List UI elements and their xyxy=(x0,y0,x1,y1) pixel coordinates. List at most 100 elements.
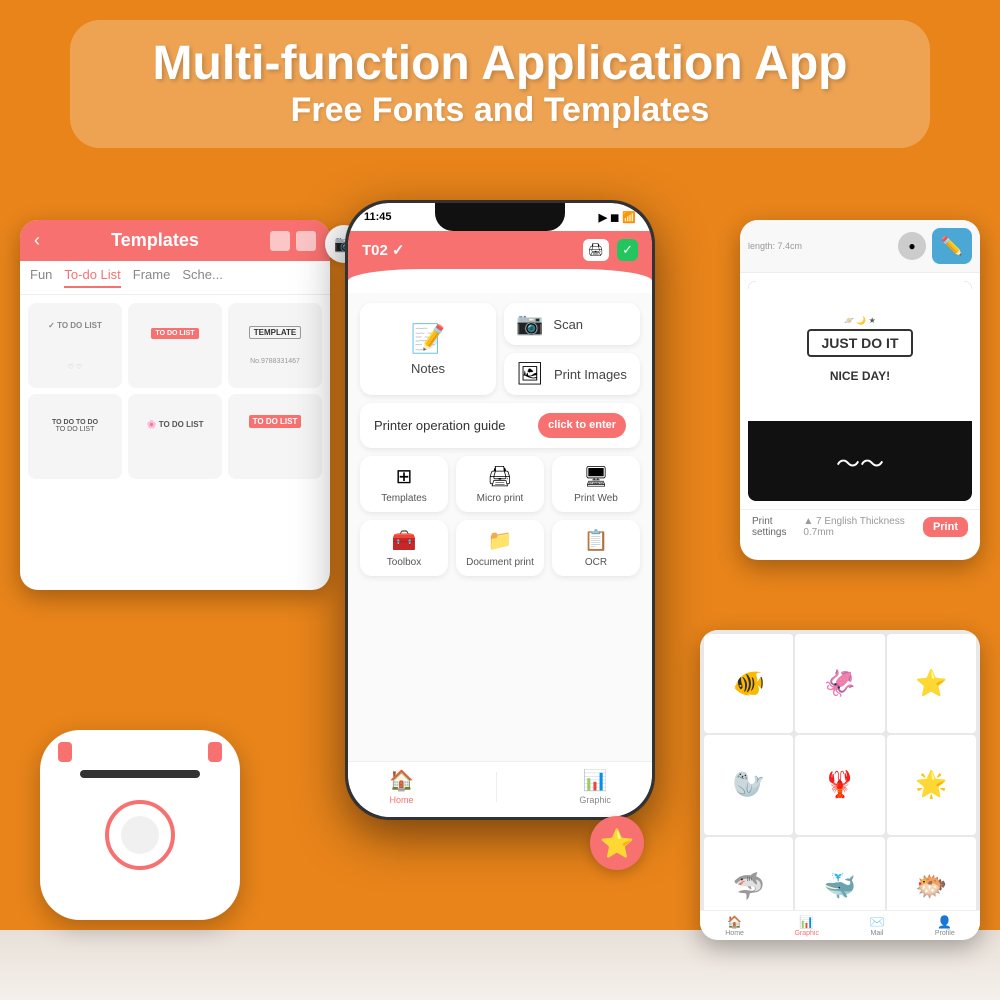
graphic-icon: 📊 xyxy=(583,768,608,793)
notes-label: Notes xyxy=(411,361,445,376)
left-tablet: ‹ Templates Fun To-do List Frame Sche...… xyxy=(20,220,330,590)
ocean-nav-graphic[interactable]: 📊 Graphic xyxy=(794,915,819,937)
status-icons: ▶ ◼ 📶 xyxy=(599,211,636,224)
tab-frame[interactable]: Frame xyxy=(133,267,171,288)
printer-guide-label: Printer operation guide xyxy=(374,418,506,433)
phone-content: 📝 Notes 📷 Scan 🖼 Print Images xyxy=(348,293,652,761)
template-card-3[interactable]: TEMPLATE No.9788331467 xyxy=(228,303,322,388)
notes-icon: 📝 xyxy=(411,322,446,355)
ocean-cell-6[interactable]: 🌟 xyxy=(887,735,976,834)
print-icon[interactable]: 🖨 xyxy=(583,239,610,261)
toolbox-app[interactable]: 🧰 Toolbox xyxy=(360,520,448,576)
scan-icon: 📷 xyxy=(516,311,543,337)
printer-inner-circle xyxy=(121,816,159,854)
ocean-cell-3[interactable]: ⭐ xyxy=(887,634,976,733)
ocean-nav: 🏠 Home 📊 Graphic ✉️ Mail 👤 Profile xyxy=(700,910,980,940)
template-card-5[interactable]: 🌸 TO DO LIST xyxy=(128,394,222,479)
template-card-2[interactable]: TO DO LIST xyxy=(128,303,222,388)
microprint-app[interactable]: 🖨 Micro print xyxy=(456,456,544,512)
template-card-4[interactable]: TO DO TO DO TO DO LIST xyxy=(28,394,122,479)
phone-notch xyxy=(435,203,565,231)
print-settings-arrow: ▲ 7 English Thickness 0.7mm xyxy=(803,516,923,538)
scan-button[interactable]: 📷 Scan xyxy=(504,303,640,345)
click-to-enter-button[interactable]: click to enter xyxy=(538,413,626,438)
print-button[interactable]: Print xyxy=(923,517,968,537)
nav-home[interactable]: 🏠 Home xyxy=(389,768,414,805)
panel-note-area: 🪐 🌙 ★ JUST DO IT NICE DAY! 〜〜 xyxy=(740,273,980,509)
ocean-nav-mail[interactable]: ✉️ Mail xyxy=(869,915,884,937)
ocean-profile-icon: 👤 xyxy=(937,915,952,929)
phone-app-title: T02 ✓ xyxy=(362,241,405,259)
tab-fun[interactable]: Fun xyxy=(30,267,52,288)
tablet-icons xyxy=(270,231,316,251)
nav-graphic[interactable]: 📊 Graphic xyxy=(579,768,611,805)
printer-device xyxy=(40,730,260,950)
phone-screen: 11:45 ▶ ◼ 📶 T02 ✓ 🖨 ✓ 📝 Notes xyxy=(348,203,652,817)
grid-icon-2[interactable] xyxy=(296,231,316,251)
print-images-icon: 🖼 xyxy=(516,361,544,387)
home-icon: 🏠 xyxy=(389,768,414,793)
print-settings-label: Print settings xyxy=(752,516,803,538)
action-right-col: 📷 Scan 🖼 Print Images xyxy=(504,303,640,395)
toolbox-icon: 🧰 xyxy=(392,528,417,553)
docprint-label: Document print xyxy=(466,557,534,568)
template-grid: ✓ TO DO LIST ♡ ♡ TO DO LIST TEMPLATE No xyxy=(20,295,330,487)
printweb-app[interactable]: 🖥 Print Web xyxy=(552,456,640,512)
ocean-home-label: Home xyxy=(725,930,744,937)
tablet-header: ‹ Templates xyxy=(20,220,330,261)
note-title: JUST DO IT xyxy=(807,329,912,357)
nice-day-text: NICE DAY! xyxy=(830,369,890,383)
ocean-nav-profile[interactable]: 👤 Profile xyxy=(935,915,955,937)
panel-camera-btn[interactable]: ● xyxy=(898,232,926,260)
header-subtitle: Free Fonts and Templates xyxy=(110,91,890,130)
right-panel-bottom: 🐠 🦑 ⭐ 🦭 🦞 🌟 🦈 🐳 🐡 🏠 Home 📊 Graphic ✉️ Ma… xyxy=(700,630,980,940)
ocean-mail-label: Mail xyxy=(871,930,884,937)
phone-grid-row-2: 🧰 Toolbox 📁 Document print 📋 OCR xyxy=(360,520,640,576)
printer-body xyxy=(40,730,240,920)
ocean-graphic-label: Graphic xyxy=(794,930,819,937)
cloud-decoration xyxy=(348,269,652,293)
printweb-icon: 🖥 xyxy=(583,464,608,489)
template-card-1[interactable]: ✓ TO DO LIST ♡ ♡ xyxy=(28,303,122,388)
printer-guide-row: Printer operation guide click to enter xyxy=(360,403,640,448)
print-images-button[interactable]: 🖼 Print Images xyxy=(504,353,640,395)
back-button[interactable]: ‹ xyxy=(34,230,40,251)
ocr-app[interactable]: 📋 OCR xyxy=(552,520,640,576)
docprint-app[interactable]: 📁 Document print xyxy=(456,520,544,576)
microprint-label: Micro print xyxy=(477,493,524,504)
panel-settings-text: length: 7.4cm xyxy=(748,241,892,251)
print-images-label: Print Images xyxy=(554,367,627,382)
graphic-label: Graphic xyxy=(579,795,611,805)
ocean-cell-4[interactable]: 🦭 xyxy=(704,735,793,834)
grid-icon-1[interactable] xyxy=(270,231,290,251)
ocean-cell-1[interactable]: 🐠 xyxy=(704,634,793,733)
ocean-cell-2[interactable]: 🦑 xyxy=(795,634,884,733)
phone-actions-row: 📝 Notes 📷 Scan 🖼 Print Images xyxy=(360,303,640,395)
ocean-grid: 🐠 🦑 ⭐ 🦭 🦞 🌟 🦈 🐳 🐡 xyxy=(700,630,980,940)
printer-slot xyxy=(80,770,200,778)
center-phone: 11:45 ▶ ◼ 📶 T02 ✓ 🖨 ✓ 📝 Notes xyxy=(345,200,655,820)
wave-icon: 〜〜 xyxy=(836,444,884,479)
toolbox-label: Toolbox xyxy=(387,557,421,568)
check-icon[interactable]: ✓ xyxy=(617,239,638,261)
templates-app[interactable]: ⊞ Templates xyxy=(360,456,448,512)
phone-app-header: T02 ✓ 🖨 ✓ xyxy=(348,231,652,269)
ocr-icon: 📋 xyxy=(584,528,609,553)
tab-todo[interactable]: To-do List xyxy=(64,267,120,288)
ocean-graphic-icon: 📊 xyxy=(799,915,814,929)
notes-button[interactable]: 📝 Notes xyxy=(360,303,496,395)
printer-ear-right xyxy=(208,742,222,762)
note-decorative: 🪐 🌙 ★ JUST DO IT NICE DAY! 〜〜 xyxy=(748,281,972,501)
ocean-nav-home[interactable]: 🏠 Home xyxy=(725,915,744,937)
ocean-profile-label: Profile xyxy=(935,930,955,937)
panel-edit-button[interactable]: ✏️ xyxy=(932,228,972,264)
template-card-6[interactable]: TO DO LIST xyxy=(228,394,322,479)
ocean-cell-5[interactable]: 🦞 xyxy=(795,735,884,834)
templates-label: Templates xyxy=(381,493,427,504)
star-badge[interactable]: ⭐ xyxy=(590,816,644,870)
templates-icon: ⊞ xyxy=(396,464,413,489)
docprint-icon: 📁 xyxy=(488,528,513,553)
tablet-title: Templates xyxy=(48,230,262,251)
tab-sche[interactable]: Sche... xyxy=(182,267,222,288)
ocean-mail-icon: ✉️ xyxy=(869,915,884,929)
